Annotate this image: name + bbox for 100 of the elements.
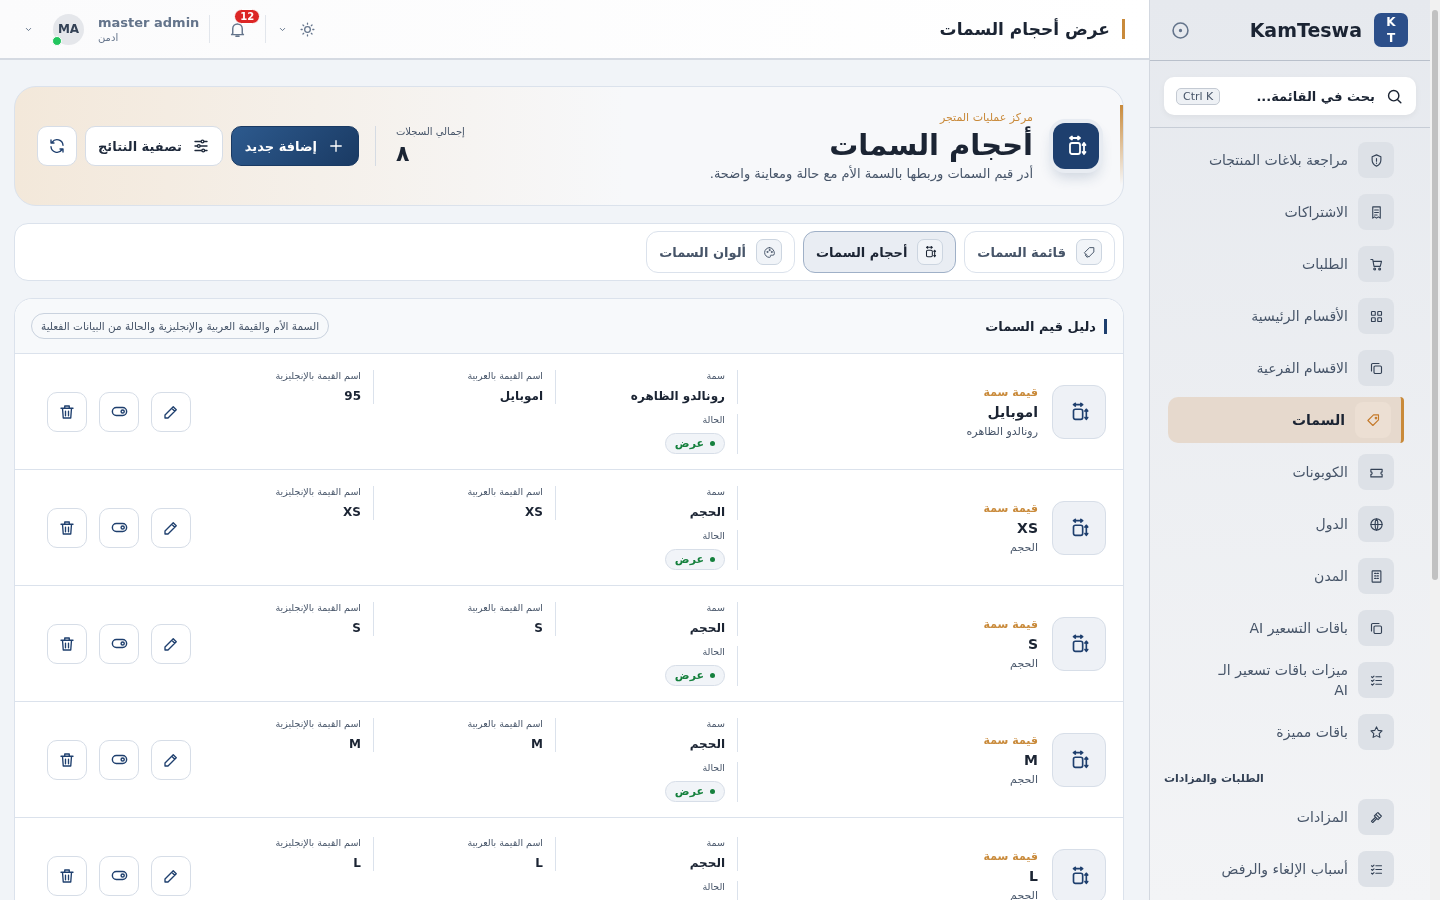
row-title: XS <box>1016 519 1038 536</box>
edit-button[interactable] <box>151 855 191 896</box>
field-label: اسم القيمة بالإنجليزية <box>274 601 361 613</box>
field-value: S <box>533 620 543 635</box>
notification-badge: 12 <box>234 8 261 24</box>
toggle-button[interactable] <box>99 507 139 548</box>
field-label: سمة <box>705 717 725 729</box>
field-value: الحجم <box>688 736 725 751</box>
cart-icon <box>1368 256 1384 272</box>
field-value: الحجم <box>688 855 725 870</box>
resize-icon <box>923 245 938 259</box>
row-kicker: قيمة سمة <box>982 849 1038 863</box>
filter-button[interactable]: تصفية النتائج <box>85 126 223 166</box>
shortcut-hint: Ctrl K <box>1176 87 1221 105</box>
toggle-button[interactable] <box>99 855 139 896</box>
field-label: سمة <box>705 836 725 848</box>
toggle-button[interactable] <box>99 391 139 432</box>
page-title: عرض أحجام السمات <box>316 19 1125 39</box>
field-value: XS <box>342 504 361 519</box>
field-value: M <box>530 736 543 751</box>
field-label: اسم القيمة بالعربية <box>466 717 543 729</box>
delete-button[interactable] <box>47 507 87 548</box>
delete-button[interactable] <box>47 391 87 432</box>
edit-button[interactable] <box>151 739 191 780</box>
field-label: اسم القيمة بالإنجليزية <box>274 485 361 497</box>
field-value: L <box>534 855 543 870</box>
palette-icon <box>762 245 776 259</box>
delete-button[interactable] <box>47 739 87 780</box>
status-pill: عرض <box>664 780 725 802</box>
field-value: الحجم <box>688 504 725 519</box>
grid-icon <box>1368 308 1384 324</box>
edit-button[interactable] <box>151 507 191 548</box>
hero-title: أحجام السمات <box>828 127 1033 163</box>
star-icon <box>1368 724 1384 740</box>
hero-kicker: مركز عمليات المتجر <box>938 111 1033 124</box>
field-label: الحالة <box>701 761 725 773</box>
field-value: رونالدو الظاهره <box>629 388 725 403</box>
tag-icon <box>1365 412 1381 428</box>
section-heading: الطلبات والمزادات <box>1164 771 1265 787</box>
edit-button[interactable] <box>151 623 191 664</box>
row-title: M <box>1023 751 1038 768</box>
toggle-button[interactable] <box>99 739 139 780</box>
row-subtitle: الحجم <box>1009 540 1038 554</box>
tab[interactable]: أحجام السمات <box>803 231 957 273</box>
user-name: master admin <box>98 15 200 30</box>
refresh-icon <box>48 137 66 155</box>
tag-icon <box>1082 245 1096 259</box>
sidebar-item[interactable]: أسباب الإلغاء والرفض <box>1174 846 1394 892</box>
sidebar-item[interactable]: السمات <box>1168 397 1404 443</box>
user-avatar[interactable]: MA <box>53 13 84 45</box>
trash-icon <box>58 866 76 885</box>
row-subtitle: الحجم <box>1009 772 1038 786</box>
sidebar-item[interactable]: باقات مميزة <box>1174 709 1394 755</box>
search-input[interactable]: بحث في القائمة... <box>1228 87 1377 105</box>
toggle-button[interactable] <box>99 623 139 664</box>
brand-name: KamTeswa <box>1248 19 1362 41</box>
tab[interactable]: ألوان السمات <box>646 231 795 273</box>
edit-button[interactable] <box>151 391 191 432</box>
tab[interactable]: قائمة السمات <box>964 231 1115 273</box>
copy-icon <box>1368 620 1384 636</box>
status-pill: عرض <box>664 548 725 570</box>
field-label: سمة <box>705 369 725 381</box>
row-subtitle: رونالدو الظاهره <box>965 424 1038 438</box>
sidebar-item[interactable]: الكوبونات <box>1174 449 1394 495</box>
field-value: الحجم <box>688 620 725 635</box>
stat-value: ٨ <box>395 141 410 166</box>
add-button[interactable]: إضافة جديد <box>230 126 359 166</box>
hero-description: أدر قيم السمات وربطها بالسمة الأم مع حالة ومعاينة واضحة. <box>708 166 1033 181</box>
sidebar-item[interactable]: الأقسام الرئيسية <box>1174 293 1394 339</box>
row-subtitle: الحجم <box>1009 656 1038 670</box>
copy-icon <box>1368 360 1384 376</box>
row-kicker: قيمة سمة <box>982 501 1038 515</box>
field-label: اسم القيمة بالإنجليزية <box>274 717 361 729</box>
field-value: M <box>348 736 361 751</box>
trash-icon <box>58 402 76 421</box>
sidebar-item[interactable]: ميزات باقات تسعير الـ AI <box>1174 657 1394 703</box>
sidebar-item[interactable]: الدول <box>1174 501 1394 547</box>
sidebar-item[interactable]: المدن <box>1174 553 1394 599</box>
field-label: اسم القيمة بالإنجليزية <box>274 369 361 381</box>
sidebar-item[interactable]: الاقسام الفرعية <box>1174 345 1394 391</box>
row-kicker: قيمة سمة <box>982 385 1038 399</box>
row-kicker: قيمة سمة <box>982 617 1038 631</box>
sun-icon <box>299 20 317 38</box>
sidebar-item[interactable]: المزادات <box>1174 794 1394 840</box>
field-label: الحالة <box>701 880 725 892</box>
shield-icon <box>1368 152 1384 168</box>
field-value: اموبايل <box>498 388 543 403</box>
sidebar-item[interactable]: مراجعة بلاغات المنتجات <box>1174 137 1394 183</box>
sidebar-item[interactable]: الطلبات <box>1174 241 1394 287</box>
trash-icon <box>58 518 76 537</box>
sidebar-item[interactable]: الاشتراكات <box>1174 189 1394 235</box>
logo: K T <box>1374 13 1408 47</box>
row-title: L <box>1028 867 1038 884</box>
sidebar-item[interactable]: باقات التسعير AI <box>1174 605 1394 651</box>
delete-button[interactable] <box>47 623 87 664</box>
refresh-button[interactable] <box>37 126 77 166</box>
field-value: 95 <box>343 388 361 403</box>
trash-icon <box>58 634 76 653</box>
field-label: الحالة <box>701 529 725 541</box>
delete-button[interactable] <box>47 855 87 896</box>
